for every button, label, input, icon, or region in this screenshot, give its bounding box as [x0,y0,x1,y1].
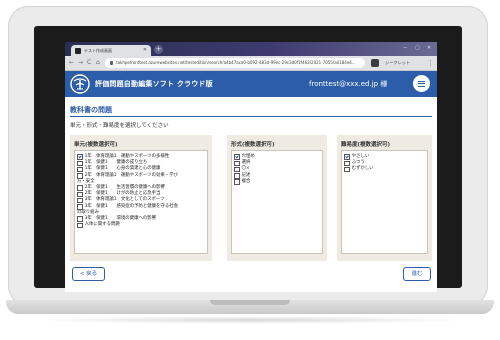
unit-listbox[interactable]: 1年 体育理論1 運動やスポーツの多様性 1年 保健1 健康の成り立ち 1年 保… [74,150,208,254]
checkbox[interactable] [77,160,83,167]
browser-tab[interactable]: テスト作成画面 ✕ [71,45,151,56]
format-panel-title: 形式(複数選択可) [231,142,275,148]
laptop-base [0,300,500,326]
menu-line [418,80,425,82]
tab-close-icon[interactable]: ✕ [143,48,147,53]
maximize-icon[interactable]: ▢ [415,45,420,51]
page-title: 教科書の問題 [70,106,112,114]
checkbox[interactable] [77,166,83,173]
laptop-shadow [30,316,470,324]
checkbox[interactable] [77,203,83,210]
laptop-base-notch [210,300,290,305]
difficulty-listbox[interactable]: やさしい ふつう むずかしい [341,150,428,254]
difficulty-panel-title: 難易度(複数選択可) [341,142,391,148]
checkbox[interactable] [344,160,350,167]
back-arrow-icon[interactable]: ← [69,59,74,67]
user-email: fronttest@xxx.ed.jp 様 [309,80,388,88]
checkbox[interactable] [77,216,83,222]
difficulty-panel: 難易度(複数選択可) やさしい ふつう むずかしい [337,135,432,261]
home-icon[interactable]: ⌂ [96,59,100,67]
menu-line [418,83,425,85]
checkbox[interactable] [234,154,240,160]
back-button[interactable]: < 戻る [72,267,105,281]
more-menu-icon[interactable]: ⋮ [427,58,434,68]
close-window-icon[interactable]: ✕ [427,45,431,51]
browser-toolbar: ← → C ⌂ takhpefronttest.azurewebsites.ne… [65,56,437,71]
format-option[interactable]: 複合 [232,179,322,185]
checkbox[interactable] [77,185,83,191]
browser-tab-strip: テスト作成画面 ✕ + − ▢ ✕ [65,42,437,56]
incognito-icon [371,59,379,67]
menu-line [418,85,425,87]
profile-label[interactable]: シークレット [385,60,410,66]
address-field[interactable]: takhpefronttest.azurewebsites.net/tested… [105,58,365,68]
hamburger-menu-button[interactable] [413,75,430,92]
app-title: 評価問題自動編集ソフト クラウド版 [95,80,213,88]
unit-panel: 単元(複数選択可) 1年 体育理論1 運動やスポーツの多様性 1年 保健1 健康… [70,135,212,261]
lock-icon [110,61,113,65]
instruction-text: 単元・形式・難易度を選択してください [70,123,169,129]
new-tab-button[interactable]: + [154,45,163,54]
format-panel: 形式(複数選択可) 穴埋め 選択 〇× 記述 複合 [227,135,327,261]
checkbox[interactable] [234,179,240,185]
app-logo-icon [70,74,90,94]
favicon-icon [75,47,81,54]
checkbox[interactable] [234,166,240,173]
format-listbox[interactable]: 穴埋め 選択 〇× 記述 複合 [231,150,323,254]
app-header: 評価問題自動編集ソフト クラウド版 fronttest@xxx.ed.jp 様 [65,71,437,97]
heading-divider [70,116,432,117]
checkbox[interactable] [344,166,350,173]
screen: テスト作成画面 ✕ + − ▢ ✕ ← → C ⌂ takhpefronttes… [65,42,437,292]
checkbox[interactable] [77,191,83,198]
checkbox[interactable] [77,222,83,229]
checkbox[interactable] [77,154,83,160]
difficulty-option[interactable]: むずかしい [342,166,427,173]
checkbox[interactable] [234,160,240,167]
unit-panel-title: 単元(複数選択可) [74,142,118,148]
reload-icon[interactable]: C [87,59,91,67]
unit-option[interactable]: 人体に関する問題 [75,222,207,229]
checkbox[interactable] [344,154,350,160]
url-text: takhpefronttest.azurewebsites.net/tested… [116,60,356,65]
checkbox[interactable] [234,172,240,179]
checkbox[interactable] [77,197,83,204]
minimize-icon[interactable]: − [403,45,407,51]
forward-arrow-icon[interactable]: → [78,59,83,67]
next-button[interactable]: 進む [403,267,431,281]
tab-title: テスト作成画面 [84,47,112,53]
checkbox[interactable] [77,172,83,179]
